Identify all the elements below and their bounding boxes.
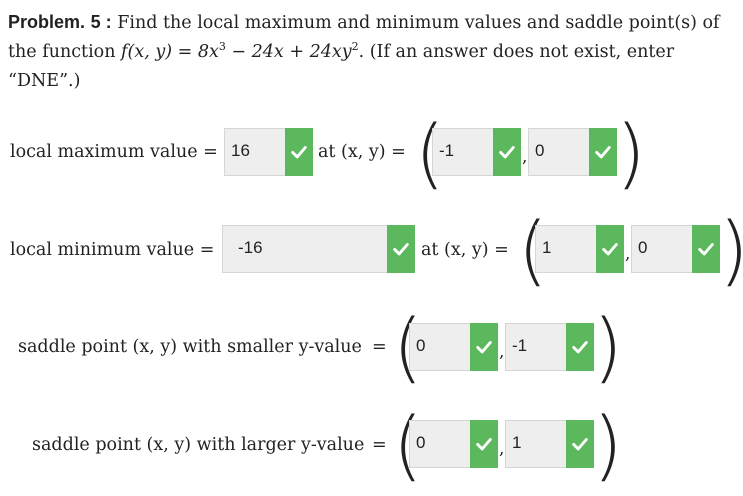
problem-text-3: “DNE”.) [8, 71, 81, 91]
comma: , [625, 244, 631, 264]
saddle-large-label: saddle point (x, y) with larger y-value [32, 435, 365, 455]
local-max-y-field[interactable]: 0 [528, 128, 617, 176]
close-paren: ) [616, 108, 646, 197]
exponent-2: 2 [351, 40, 359, 54]
local-max-y-value: 0 [535, 141, 545, 160]
saddle-small-y-value: -1 [512, 336, 528, 355]
correct-check-icon [596, 225, 624, 273]
problem-statement: Problem. 5 : Find the local maximum and … [8, 8, 736, 96]
saddle-large-x-field[interactable]: 0 [409, 420, 498, 468]
correct-check-icon [493, 128, 521, 176]
function-lhs: f(x, y) [121, 42, 173, 62]
problem-label: Problem. [8, 12, 86, 32]
local-min-label: local minimum value = [10, 240, 215, 260]
local-min-x-field[interactable]: 1 [535, 225, 624, 273]
function-eq: = 8x [172, 42, 219, 62]
local-max-label: local maximum value = [10, 142, 218, 162]
correct-check-icon [470, 323, 498, 371]
local-min-at-label: at (x, y) = [421, 240, 509, 260]
saddle-small-label: saddle point (x, y) with smaller y-value [18, 337, 362, 357]
saddle-small-x-field[interactable]: 0 [409, 323, 498, 371]
problem-text-2-suffix: . (If an answer does not exist, enter [358, 42, 675, 62]
local-max-x-value: -1 [439, 141, 455, 160]
saddle-large-y-field[interactable]: 1 [505, 420, 594, 468]
correct-check-icon [589, 128, 617, 176]
local-min-value-field[interactable]: -16 [222, 225, 415, 273]
saddle-small-y-field[interactable]: -1 [505, 323, 594, 371]
function-mid: − 24x + 24xy [225, 42, 352, 62]
exponent-3: 3 [218, 40, 226, 54]
correct-check-icon [566, 323, 594, 371]
saddle-large-x-value: 0 [416, 433, 426, 452]
problem-text-1: Find the local maximum and minimum value… [117, 13, 720, 33]
saddle-small-x-value: 0 [416, 336, 426, 355]
saddle-small-eq: = [372, 337, 387, 357]
saddle-large-y-value: 1 [512, 433, 522, 452]
local-max-value: 16 [231, 141, 250, 160]
problem-number: 5 : [90, 12, 112, 32]
comma: , [499, 342, 505, 362]
local-max-at-label: at (x, y) = [318, 142, 406, 162]
local-min-y-value: 0 [638, 238, 648, 257]
correct-check-icon [566, 420, 594, 468]
comma: , [499, 439, 505, 459]
correct-check-icon [470, 420, 498, 468]
close-paren: ) [593, 400, 623, 489]
problem-text-2-prefix: the function [8, 42, 122, 62]
local-max-x-field[interactable]: -1 [432, 128, 521, 176]
local-min-y-field[interactable]: 0 [631, 225, 720, 273]
close-paren: ) [719, 205, 743, 295]
correct-check-icon [387, 225, 415, 273]
correct-check-icon [285, 128, 313, 176]
local-max-value-field[interactable]: 16 [224, 128, 313, 176]
correct-check-icon [692, 225, 720, 273]
close-paren: ) [593, 302, 623, 391]
local-min-x-value: 1 [542, 238, 552, 257]
comma: , [522, 147, 528, 167]
local-min-value: -16 [238, 238, 263, 257]
saddle-large-eq: = [372, 435, 387, 455]
